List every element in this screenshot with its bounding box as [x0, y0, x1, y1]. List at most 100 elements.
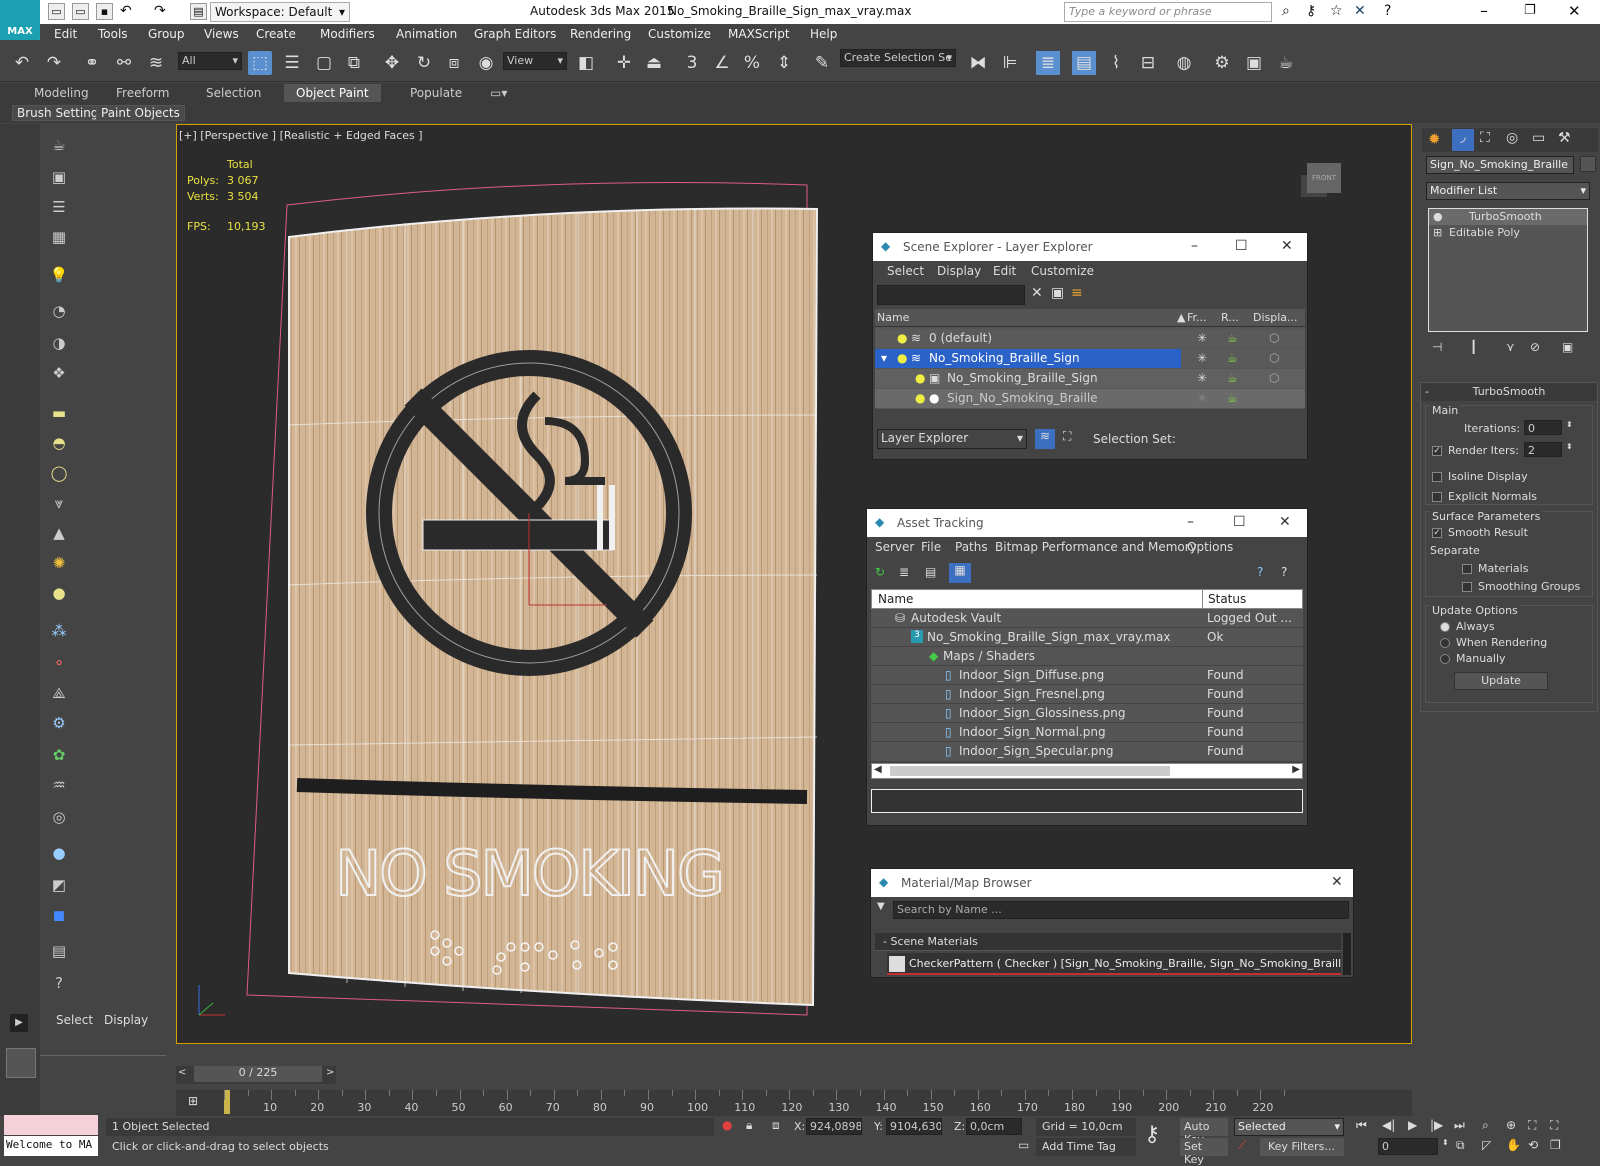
grid-table-icon[interactable]: ▦: [48, 226, 70, 248]
menu-rendering[interactable]: Rendering: [570, 27, 631, 41]
teapot-icon[interactable]: ☕: [1227, 391, 1238, 405]
texture-icon[interactable]: ◎: [48, 806, 70, 828]
smoothing-groups-checkbox[interactable]: [1462, 580, 1477, 593]
spinner-arrows-icon[interactable]: ⬍: [1566, 442, 1573, 451]
binoculars-icon[interactable]: ⌕: [1282, 3, 1290, 19]
pivot-center-icon[interactable]: ◧: [574, 51, 598, 75]
redo-icon[interactable]: ↷: [154, 3, 166, 19]
menu-tools[interactable]: Tools: [98, 27, 128, 41]
material-editor-icon[interactable]: ◍: [1172, 51, 1196, 75]
bind-space-warp-icon[interactable]: ≋: [144, 51, 168, 75]
named-selection-dropdown[interactable]: Create Selection Se ▾: [840, 49, 956, 67]
render-iters-checkbox[interactable]: ✓: [1432, 444, 1447, 457]
rect-region-icon[interactable]: ▢: [312, 51, 336, 75]
paint-objects-button[interactable]: Paint Objects: [96, 105, 185, 121]
edit-named-selection-icon[interactable]: ✎: [810, 51, 834, 75]
col-display[interactable]: Displa...: [1253, 311, 1298, 324]
menu-paths[interactable]: Paths: [955, 540, 988, 554]
film-icon[interactable]: ❖: [48, 362, 70, 384]
place-icon[interactable]: ◉: [474, 51, 498, 75]
time-config-icon[interactable]: ⧉: [1456, 1138, 1465, 1153]
maximize-icon[interactable]: ❐: [1524, 3, 1536, 18]
freeze-icon[interactable]: ✳: [1197, 371, 1207, 385]
menu-graph-editors[interactable]: Graph Editors: [474, 27, 556, 41]
camera-icon[interactable]: ◔: [48, 300, 70, 322]
list-view-icon[interactable]: ≣: [899, 565, 909, 579]
molecule-icon[interactable]: ⚬: [48, 652, 70, 674]
select-by-name-icon[interactable]: ☰: [280, 51, 304, 75]
teapot-icon[interactable]: ☕: [48, 134, 70, 156]
scene-explorer-icon[interactable]: ▤: [1072, 51, 1096, 75]
minimize-icon[interactable]: –: [1187, 514, 1194, 530]
list-item[interactable]: ● ▣ No_Smoking_Braille_Sign ✳ ☕ ⬡: [875, 369, 1305, 388]
workspace-dropdown[interactable]: Workspace: Default ▾: [210, 2, 350, 22]
teapot-icon[interactable]: ☕: [1227, 371, 1238, 385]
list-item[interactable]: ● ● Sign_No_Smoking_Braille ✳ ☕: [875, 389, 1305, 408]
menu-customize[interactable]: Customize: [648, 27, 711, 41]
help-icon[interactable]: ?: [1257, 565, 1263, 579]
new-file-icon[interactable]: ▭: [48, 3, 65, 20]
material-map-icon[interactable]: ◩: [48, 874, 70, 896]
menu-maxscript[interactable]: MAXScript: [728, 27, 790, 41]
render-production-icon[interactable]: ☕: [1274, 51, 1298, 75]
pan-icon[interactable]: ✋: [1506, 1138, 1521, 1152]
col-name[interactable]: Name: [877, 311, 909, 324]
gear-icon[interactable]: ⚙: [48, 712, 70, 734]
scroll-thumb[interactable]: [890, 766, 1170, 776]
display-tab-icon[interactable]: ▭: [1532, 130, 1545, 146]
iterations-spinner[interactable]: 0: [1524, 420, 1562, 435]
smooth-result-checkbox[interactable]: ✓: [1432, 526, 1447, 539]
tab-populate[interactable]: Populate: [410, 86, 462, 100]
help-icon[interactable]: ?: [48, 972, 70, 994]
table-row[interactable]: ▯ Indoor_Sign_Diffuse.png Found: [871, 666, 1303, 685]
table-view-icon[interactable]: ▦: [949, 563, 971, 583]
update-button[interactable]: Update: [1454, 672, 1548, 690]
asset-tracking-titlebar[interactable]: ◆ Asset Tracking – ☐ ✕: [867, 509, 1307, 537]
menu-views[interactable]: Views: [204, 27, 239, 41]
list-icon[interactable]: ☰: [48, 196, 70, 218]
cube-map-icon[interactable]: ◼: [48, 904, 70, 926]
box-icon[interactable]: ▬: [48, 402, 70, 424]
material-item[interactable]: CheckerPattern ( Checker ) [Sign_No_Smok…: [887, 953, 1341, 975]
orbit-icon[interactable]: ⟲: [1528, 1138, 1538, 1152]
next-frame-icon[interactable]: >: [326, 1067, 334, 1078]
angle-snap-icon[interactable]: ∠: [710, 51, 734, 75]
play-small-icon[interactable]: ▶: [10, 1014, 28, 1032]
manipulate-icon[interactable]: ✛: [612, 51, 636, 75]
scroll-left-icon[interactable]: ◀: [874, 764, 882, 775]
menu-help[interactable]: Help: [810, 27, 837, 41]
modify-tab-icon[interactable]: ◞: [1452, 129, 1474, 151]
layer-explorer-icon[interactable]: ≣: [1036, 51, 1060, 75]
mini-viewport-icon[interactable]: [6, 1048, 36, 1078]
menu-server[interactable]: Server: [875, 540, 914, 554]
set-key-button[interactable]: Set Key: [1180, 1138, 1228, 1166]
explorer-search-input[interactable]: [877, 285, 1025, 305]
maximize-icon[interactable]: ☐: [1235, 238, 1248, 254]
close-icon[interactable]: ✕: [1568, 2, 1581, 20]
remove-modifier-icon[interactable]: ⊘: [1530, 340, 1540, 354]
key-icon[interactable]: ⚷: [1144, 1122, 1160, 1147]
reference-coordinate-dropdown[interactable]: View ▾: [503, 52, 567, 70]
link-icon[interactable]: ⚭: [80, 51, 104, 75]
tab-modeling[interactable]: Modeling: [34, 86, 89, 100]
half-sphere-icon[interactable]: ◑: [48, 332, 70, 354]
light-bulb-icon[interactable]: ●: [897, 331, 907, 345]
menu-group[interactable]: Group: [148, 27, 185, 41]
go-to-start-icon[interactable]: ⏮: [1356, 1118, 1367, 1133]
box-display-icon[interactable]: ⬡: [1269, 351, 1279, 365]
basket-icon[interactable]: ⩔: [48, 492, 70, 514]
menu-file[interactable]: File: [921, 540, 941, 554]
sphere-icon[interactable]: ◯: [48, 462, 70, 484]
material-search-input[interactable]: Search by Name ...: [893, 901, 1349, 919]
render-setup-icon[interactable]: ⚙: [1210, 51, 1234, 75]
table-row[interactable]: ▯ Indoor_Sign_Specular.png Found: [871, 742, 1303, 761]
make-unique-icon[interactable]: ⋎: [1506, 340, 1515, 354]
open-file-icon[interactable]: ▭: [72, 3, 89, 20]
minimize-icon[interactable]: –: [1480, 1, 1488, 20]
exchange-icon[interactable]: ✕: [1354, 3, 1366, 19]
when-rendering-radio[interactable]: [1440, 636, 1455, 649]
lock-icon[interactable]: 🔒︎: [746, 1118, 752, 1133]
tab-object-paint[interactable]: Object Paint: [284, 84, 381, 102]
menu-modifiers[interactable]: Modifiers: [320, 27, 375, 41]
new-layer-icon[interactable]: ≡: [1071, 285, 1083, 301]
